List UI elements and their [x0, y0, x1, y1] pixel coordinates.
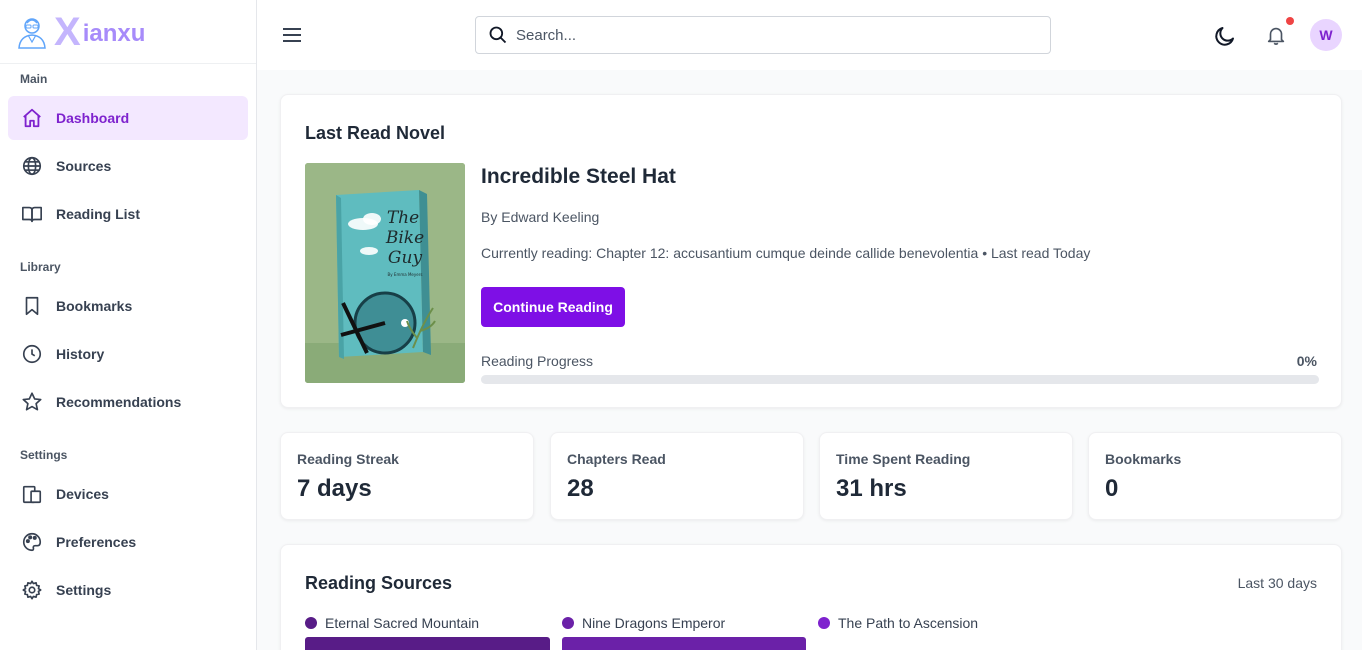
sidebar-item-label: Bookmarks: [56, 298, 133, 314]
star-icon: [20, 390, 44, 414]
section-main: Main: [20, 72, 48, 86]
cover-byline: By Emma Meyers: [388, 272, 423, 277]
sidebar-item-history[interactable]: History: [8, 332, 248, 376]
last-read-heading: Last Read Novel: [305, 123, 446, 143]
sidebar-item-settings[interactable]: Settings: [8, 568, 248, 612]
stat-value: 31 hrs: [836, 475, 907, 502]
reading-sources-title: Reading Sources: [305, 573, 453, 593]
progress-value: 0%: [1296, 353, 1317, 369]
reader-avatar-icon: [18, 17, 46, 49]
stat-label: Chapters Read: [567, 451, 666, 467]
legend-dot: [562, 617, 574, 629]
legend-item: The Path to Ascension: [818, 615, 978, 631]
user-avatar[interactable]: W: [1310, 19, 1342, 51]
sidebar-item-preferences[interactable]: Preferences: [8, 520, 248, 564]
stat-label: Reading Streak: [297, 451, 399, 467]
top-header: W: [257, 0, 1362, 70]
sidebar-item-label: Preferences: [56, 534, 137, 550]
gear-icon: [20, 578, 44, 602]
sidebar-item-bookmarks[interactable]: Bookmarks: [8, 284, 248, 328]
stat-card-chapters-read: Chapters Read 28: [550, 432, 804, 520]
bookmark-icon: [20, 294, 44, 318]
stat-card-bookmarks: Bookmarks 0: [1088, 432, 1342, 520]
sidebar-item-label: Devices: [56, 486, 109, 502]
notification-bell-icon[interactable]: [1265, 24, 1287, 46]
legend-label: Nine Dragons Emperor: [582, 615, 726, 631]
cover-title-line3: Guy: [388, 248, 423, 268]
novel-title[interactable]: Incredible Steel Hat: [481, 165, 676, 189]
sidebar-item-label: History: [56, 346, 105, 362]
sidebar: X ianxu Main Dashboard Sources Reading L…: [0, 0, 257, 650]
source-bar: [305, 637, 550, 650]
book-open-icon: [20, 202, 44, 226]
stat-card-time-spent: Time Spent Reading 31 hrs: [819, 432, 1073, 520]
stat-label: Bookmarks: [1105, 451, 1182, 467]
brand-letter: X: [54, 9, 81, 54]
sidebar-item-recommendations[interactable]: Recommendations: [8, 380, 248, 424]
search-icon: [489, 26, 507, 44]
stat-value: 28: [567, 475, 594, 502]
reading-sources-card: Reading Sources Last 30 days Eternal Sac…: [280, 544, 1342, 650]
home-icon: [20, 106, 44, 130]
stat-label: Time Spent Reading: [836, 451, 971, 467]
period-label: Last 30 days: [1237, 575, 1317, 591]
palette-icon: [20, 530, 44, 554]
sidebar-item-label: Sources: [56, 158, 112, 174]
section-library: Library: [20, 260, 61, 274]
stat-value: 0: [1105, 475, 1119, 502]
source-bar: [562, 637, 806, 650]
menu-icon[interactable]: [281, 24, 303, 46]
sidebar-item-label: Dashboard: [56, 110, 130, 126]
brand-name: ianxu: [82, 19, 146, 47]
last-read-card: Last Read Novel The Bike Guy By Emma Mey…: [280, 94, 1342, 408]
cover-title-line1: The: [387, 208, 419, 228]
reading-progress-bar: [481, 375, 1319, 384]
cover-title-line2: Bike: [385, 228, 424, 248]
sidebar-item-label: Settings: [56, 582, 112, 598]
sidebar-item-label: Recommendations: [56, 394, 182, 410]
globe-icon: [20, 154, 44, 178]
novel-author: By Edward Keeling: [481, 209, 600, 225]
brand-logo[interactable]: X ianxu: [0, 0, 256, 64]
legend-item: Eternal Sacred Mountain: [305, 615, 479, 631]
legend-label: Eternal Sacred Mountain: [325, 615, 480, 631]
legend-dot: [305, 617, 317, 629]
section-settings: Settings: [20, 448, 68, 462]
notification-badge: [1286, 17, 1294, 25]
search-box[interactable]: [475, 16, 1051, 54]
continue-reading-button[interactable]: Continue Reading: [481, 287, 625, 327]
legend-item: Nine Dragons Emperor: [562, 615, 725, 631]
devices-icon: [20, 482, 44, 506]
legend-label: The Path to Ascension: [838, 615, 979, 631]
dark-mode-toggle-icon[interactable]: [1213, 24, 1237, 48]
current-chapter: Currently reading: Chapter 12: accusanti…: [481, 245, 1091, 261]
sidebar-item-label: Reading List: [56, 206, 141, 222]
progress-label: Reading Progress: [481, 353, 594, 369]
book-cover-image[interactable]: The Bike Guy By Emma Meyers: [305, 163, 465, 383]
search-input[interactable]: [516, 26, 1016, 44]
sidebar-item-sources[interactable]: Sources: [8, 144, 248, 188]
stat-card-reading-streak: Reading Streak 7 days: [280, 432, 534, 520]
sidebar-item-devices[interactable]: Devices: [8, 472, 248, 516]
legend-dot: [818, 617, 830, 629]
clock-icon: [20, 342, 44, 366]
sidebar-item-dashboard[interactable]: Dashboard: [8, 96, 248, 140]
stat-value: 7 days: [297, 475, 372, 502]
sidebar-item-reading-list[interactable]: Reading List: [8, 192, 248, 236]
